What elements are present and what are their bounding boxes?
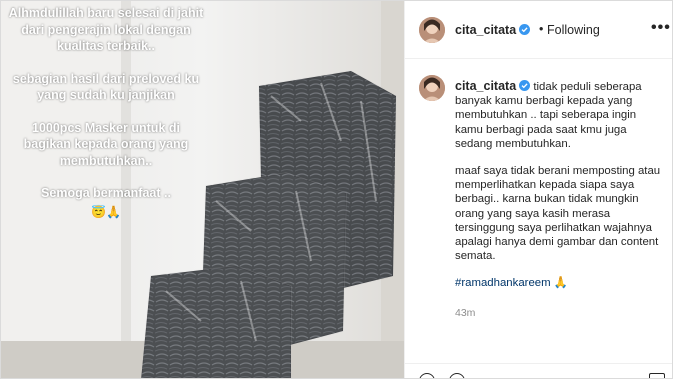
post-header: cita_citata • Following ••• [405, 1, 672, 59]
caption-avatar[interactable] [419, 75, 445, 101]
photo-text-overlay: Alhmdulillah baru selesai di jahit dari … [7, 5, 205, 220]
comment-icon[interactable] [449, 373, 465, 378]
caption-username[interactable]: cita_citata [455, 79, 516, 93]
like-icon[interactable] [419, 373, 435, 378]
hashtag-link[interactable]: #ramadhankareem [455, 277, 551, 289]
action-bar [405, 363, 672, 378]
overlay-line: Alhmdulillah baru selesai di jahit dari … [8, 6, 204, 53]
overlay-line: 1000pcs Masker untuk di bagikan kepada o… [23, 120, 189, 168]
verified-badge-icon [519, 80, 531, 91]
post-sidebar: cita_citata • Following ••• cita_citata … [404, 1, 672, 378]
header-username[interactable]: cita_citata [455, 23, 531, 37]
overlay-emoji: 😇🙏 [91, 204, 121, 219]
post-photo[interactable]: Alhmdulillah baru selesai di jahit dari … [1, 1, 404, 378]
caption-paragraph: maaf saya tidak berani memposting atau m… [455, 165, 661, 263]
save-icon[interactable] [649, 373, 665, 378]
hashtag-emoji: 🙏 [553, 277, 568, 290]
more-options-button[interactable]: ••• [651, 19, 671, 37]
caption-paragraph: #ramadhankareem 🙏 [455, 276, 665, 290]
username-text[interactable]: cita_citata [455, 23, 516, 37]
following-button[interactable]: Following [547, 23, 600, 37]
avatar[interactable] [419, 17, 445, 43]
verified-badge-icon [519, 24, 531, 35]
post-caption: cita_citata tidak peduli seberapa banyak… [455, 79, 665, 304]
timestamp[interactable]: 43m [455, 307, 475, 319]
overlay-line: sebagian hasil dari preloved ku yang sud… [12, 71, 200, 103]
overlay-line: Semoga bermanfaat .. [41, 186, 171, 200]
instagram-post: Alhmdulillah baru selesai di jahit dari … [0, 0, 673, 379]
separator-dot: • [539, 22, 544, 36]
caption-paragraph: cita_citata tidak peduli seberapa banyak… [455, 79, 665, 151]
